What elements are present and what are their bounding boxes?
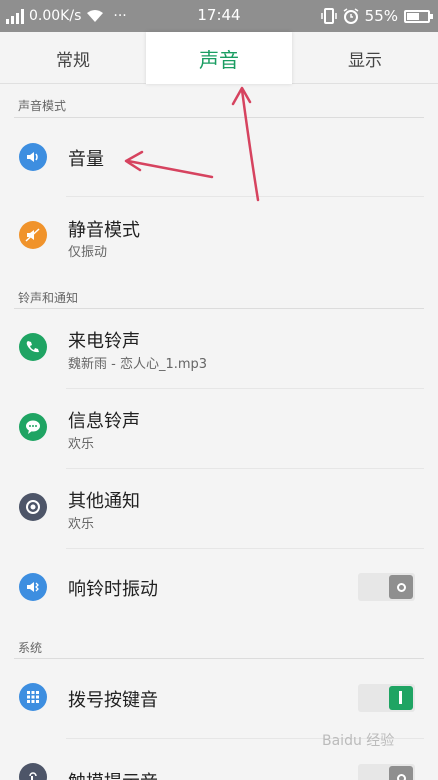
tab-sound[interactable]: 声音: [146, 32, 292, 84]
row-subtitle: 欢乐: [68, 517, 95, 532]
touch-tone-toggle[interactable]: [358, 764, 415, 780]
section-header-sound-mode: 声音模式: [18, 99, 67, 113]
dial-pad-toggle[interactable]: [358, 684, 415, 712]
vibrate-ring-toggle[interactable]: [358, 573, 415, 601]
message-icon: [19, 413, 47, 441]
status-bar: 0.00K/s ··· 17:44 55%: [0, 0, 438, 32]
row-title: 其他通知: [68, 491, 140, 512]
tab-general[interactable]: 常规: [0, 32, 146, 84]
watermark: Baidu 经验: [322, 733, 395, 749]
battery-icon: [404, 9, 433, 23]
vibrate-icon: [320, 8, 337, 24]
phone-icon: [19, 333, 47, 361]
touch-icon: [19, 763, 47, 780]
tab-bar: 常规 声音 显示: [0, 32, 438, 84]
row-subtitle: 欢乐: [68, 437, 95, 452]
settings-row-dial-pad-tone[interactable]: 拨号按键音: [0, 658, 438, 738]
row-title: 响铃时振动: [68, 579, 158, 600]
settings-row-silent-mode[interactable]: 静音模式 仅振动: [0, 196, 438, 276]
speaker-round-icon: [19, 493, 47, 521]
settings-row-ringtone[interactable]: 来电铃声 魏新雨 - 恋人心_1.mp3: [0, 308, 438, 388]
settings-row-vibrate-when-ringing[interactable]: 响铃时振动: [0, 548, 438, 628]
battery-percent: 55%: [364, 7, 398, 25]
row-title: 拨号按键音: [68, 690, 158, 711]
row-title: 触摸提示音: [68, 768, 158, 780]
alarm-icon: [343, 8, 359, 24]
speaker-icon: [19, 143, 47, 171]
section-header-ringtone: 铃声和通知: [18, 291, 79, 305]
arrowhead: [231, 86, 252, 106]
row-subtitle: 魏新雨 - 恋人心_1.mp3: [68, 357, 208, 372]
row-subtitle: 仅振动: [68, 245, 108, 260]
settings-row-volume[interactable]: 音量: [0, 117, 438, 197]
settings-row-message-tone[interactable]: 信息铃声 欢乐: [0, 388, 438, 468]
row-title: 静音模式: [68, 220, 140, 241]
mute-icon: [19, 221, 47, 249]
dialpad-icon: [19, 683, 47, 711]
settings-row-other-notification[interactable]: 其他通知 欢乐: [0, 468, 438, 548]
tab-display[interactable]: 显示: [292, 32, 438, 84]
row-title: 信息铃声: [68, 411, 140, 432]
section-header-system: 系统: [18, 641, 43, 655]
row-title: 音量: [68, 149, 104, 170]
vibrate-speaker-icon: [19, 573, 47, 601]
row-title: 来电铃声: [68, 331, 140, 352]
